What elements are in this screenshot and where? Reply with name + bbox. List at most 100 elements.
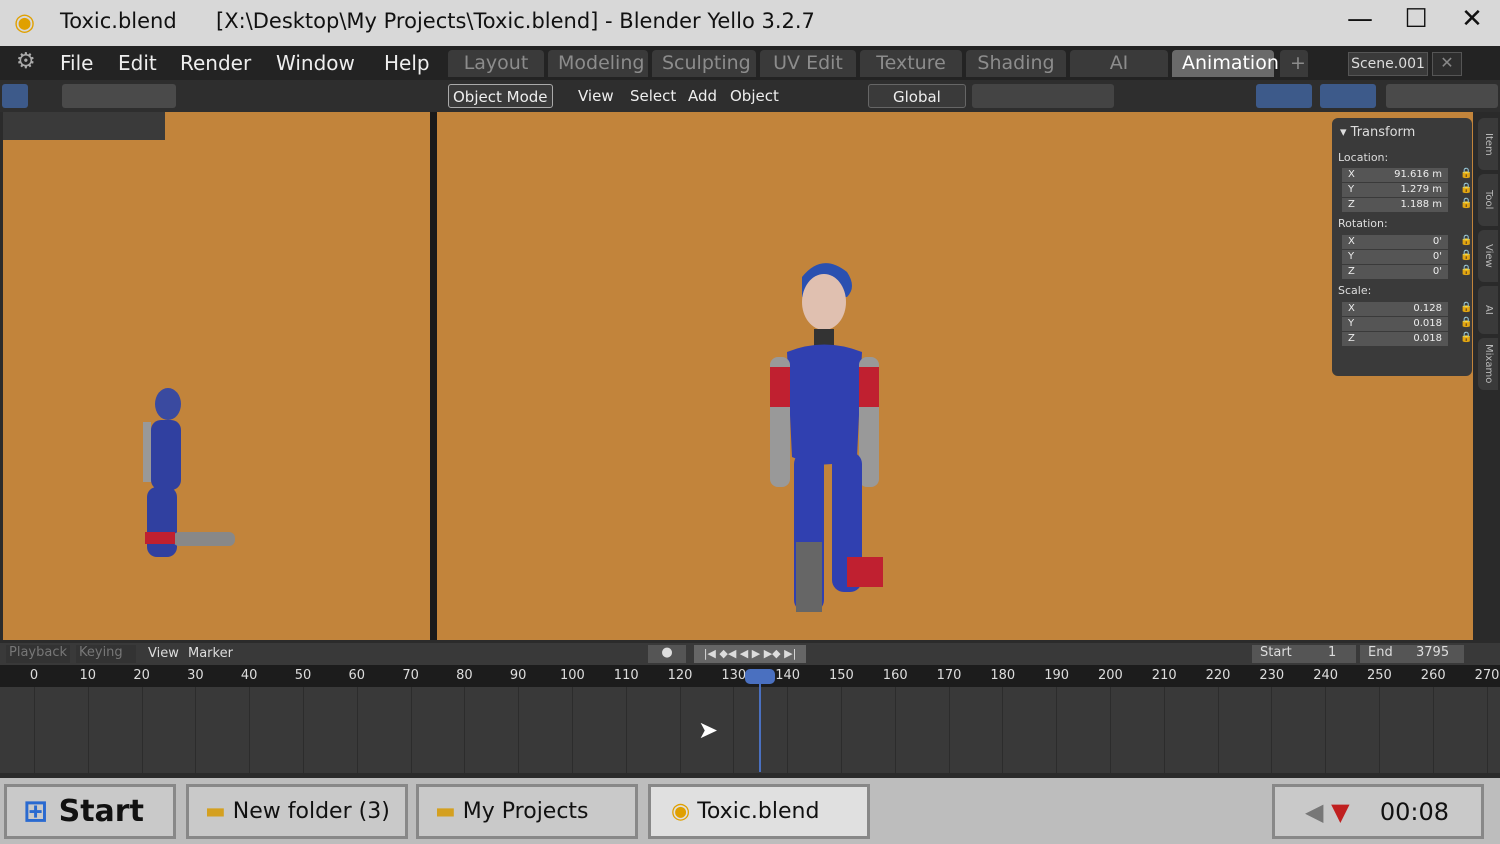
field-value: 0' [1432,236,1442,247]
lock-icon[interactable]: 🔒 [1460,332,1472,343]
start-frame-field[interactable]: Start 1 [1252,645,1356,663]
close-button[interactable]: ✕ [1452,4,1492,34]
menu-add[interactable]: Add [688,84,717,108]
standing-character-model[interactable] [752,257,922,617]
location-x-field[interactable]: X 91.616 m [1342,168,1448,182]
menu-file[interactable]: File [60,51,93,75]
frame-tick-label: 130 [721,668,747,683]
field-value: 1.279 m [1400,184,1442,195]
scale-x-field[interactable]: X 0.128 [1342,302,1448,316]
gizmo-toggle[interactable] [1256,84,1312,108]
shading-modes[interactable] [62,84,176,108]
menu-select[interactable]: Select [630,84,676,108]
mode-selector[interactable]: Object Mode [448,84,553,108]
timeline-view-menu[interactable]: View [148,646,179,661]
menu-object[interactable]: Object [730,84,779,108]
lock-icon[interactable]: 🔒 [1460,198,1472,209]
transform-header[interactable]: ▾ Transform [1340,125,1415,140]
menu-help[interactable]: Help [384,51,430,75]
axis-label: Y [1348,251,1355,262]
menu-view[interactable]: View [578,84,614,108]
overlay-toggle[interactable] [1320,84,1376,108]
frame-tick-label: 40 [240,668,258,683]
folder-icon: ▬ [205,799,226,824]
tab-animation[interactable]: Animation [1172,50,1279,77]
menu-render[interactable]: Render [180,51,251,75]
select-tool-icon[interactable] [2,84,28,108]
axis-label: X [1348,303,1355,314]
frame-tick-label: 190 [1044,668,1070,683]
kneeling-character-model[interactable] [133,382,253,562]
rotation-x-field[interactable]: X 0' [1342,235,1448,249]
scene-selector[interactable]: Scene.001 [1348,52,1428,76]
tab-ai[interactable]: AI [1070,50,1168,77]
orientation-dropdown[interactable]: Global [868,84,966,108]
lock-icon[interactable]: 🔒 [1460,317,1472,328]
maximize-button[interactable]: ☐ [1396,4,1436,34]
lock-icon[interactable]: 🔒 [1460,250,1472,261]
location-y-field[interactable]: Y 1.279 m [1342,183,1448,197]
select-mode-buttons[interactable] [3,112,165,140]
side-tab-view[interactable]: View [1478,230,1498,282]
tab-uv-edit[interactable]: UV Edit [760,50,856,77]
task-new-folder[interactable]: ▬ New folder (3) [186,784,408,839]
axis-label: X [1348,169,1355,180]
antivirus-icon[interactable]: ▼ [1331,798,1349,826]
side-tab-item[interactable]: Item [1478,118,1498,170]
tab-sculpting[interactable]: Sculpting [652,50,756,77]
lock-icon[interactable]: 🔒 [1460,168,1472,179]
window-title: [X:\Desktop\My Projects\Toxic.blend] - B… [216,9,815,33]
viewport-shading[interactable] [1386,84,1498,108]
lock-icon[interactable]: 🔒 [1460,302,1472,313]
side-tab-tool[interactable]: Tool [1478,174,1498,226]
minimize-button[interactable]: — [1340,4,1380,34]
rotation-z-field[interactable]: Z 0' [1342,265,1448,279]
snap-proportional-controls[interactable] [972,84,1114,108]
lock-icon[interactable]: 🔒 [1460,235,1472,246]
record-button[interactable]: ● [648,645,686,663]
start-label: Start [1260,645,1292,660]
end-frame-field[interactable]: End 3795 [1360,645,1464,663]
menu-window[interactable]: Window [276,51,355,75]
frame-gridline [1325,687,1327,773]
tab-modeling[interactable]: Modeling [548,50,648,77]
windows-logo-icon: ⊞ [23,794,49,829]
axis-label: Y [1348,184,1355,195]
playback-controls[interactable]: |◀ ◆◀ ◀ ▶ ▶◆ ▶| [694,645,806,663]
menu-edit[interactable]: Edit [118,51,157,75]
rotation-y-field[interactable]: Y 0' [1342,250,1448,264]
mouse-cursor-icon: ➤ [698,716,719,744]
tab-shading[interactable]: Shading [966,50,1066,77]
side-tab-mixamo[interactable]: Mixamo [1478,338,1498,390]
side-tab-ai[interactable]: AI [1478,286,1498,334]
scale-z-field[interactable]: Z 0.018 [1342,332,1448,346]
frame-gridline [518,687,520,773]
add-workspace-button[interactable]: + [1280,50,1308,77]
timeline-area[interactable] [0,687,1500,773]
frame-tick-label: 30 [187,668,204,683]
keying-menu[interactable]: Keying [76,645,136,663]
task-label: Toxic.blend [697,799,820,824]
main-viewport[interactable]: ▾ Transform Location: Rotation: Scale: X… [437,112,1473,640]
remove-scene-icon[interactable]: ✕ [1432,52,1462,76]
task-toxic-blend[interactable]: ◉ Toxic.blend [648,784,870,839]
left-viewport[interactable] [3,112,430,640]
timeline-marker-menu[interactable]: Marker [188,646,233,661]
frame-gridline [356,687,358,773]
lock-icon[interactable]: 🔒 [1460,265,1472,276]
frame-gridline [625,687,627,773]
scale-y-field[interactable]: Y 0.018 [1342,317,1448,331]
location-z-field[interactable]: Z 1.188 m [1342,198,1448,212]
blender-menu-icon[interactable]: ⚙ [16,49,36,74]
playback-menu[interactable]: Playback [6,645,70,663]
lock-icon[interactable]: 🔒 [1460,183,1472,194]
task-my-projects[interactable]: ▬ My Projects [416,784,638,839]
speaker-icon[interactable]: ◀ [1305,798,1323,826]
field-value: 0.128 [1413,303,1442,314]
frame-tick-label: 140 [775,668,801,683]
tab-layout[interactable]: Layout [448,50,544,77]
tab-texture[interactable]: Texture [860,50,962,77]
frame-gridline [1217,687,1219,773]
frame-gridline [1110,687,1111,773]
start-button[interactable]: ⊞ Start [4,784,176,839]
